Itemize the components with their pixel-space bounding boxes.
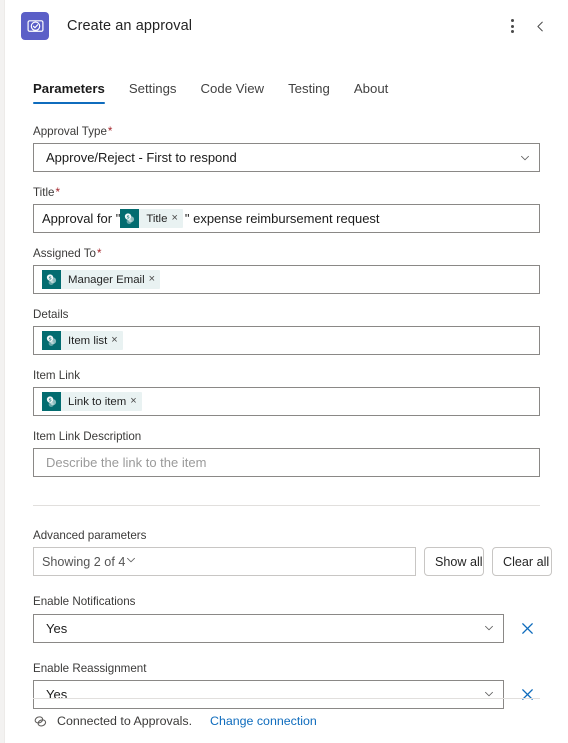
tab-code-view-label: Code View <box>200 80 265 96</box>
enable-notifications-field: Enable Notifications Yes <box>33 594 504 643</box>
title-label-text: Title <box>33 186 55 200</box>
assigned-to-label-text: Assigned To <box>33 247 96 261</box>
panel-content: Create an approval Parameters Settings C… <box>5 0 568 743</box>
tab-parameters[interactable]: Parameters <box>33 80 117 105</box>
item-link-input[interactable]: S Link to item × <box>33 387 540 417</box>
enable-notifications-label: Enable Notifications <box>33 595 136 609</box>
sharepoint-icon: S <box>42 331 61 351</box>
svg-text:S: S <box>49 337 52 342</box>
enable-reassignment-label: Enable Reassignment <box>33 661 147 675</box>
more-options-icon <box>510 19 514 33</box>
field-approval-type: Approval Type* Approve/Reject - First to… <box>33 124 540 173</box>
approval-type-value: Approve/Reject - First to respond <box>46 150 237 166</box>
token-label: Link to item <box>68 395 127 408</box>
item-link-description-input[interactable]: Describe the link to the item <box>33 448 540 478</box>
approval-action-panel: Create an approval Parameters Settings C… <box>0 0 568 743</box>
chevron-down-icon <box>125 554 137 569</box>
token-remove-icon[interactable]: × <box>111 335 122 346</box>
link-icon <box>33 714 48 729</box>
tab-testing-label: Testing <box>288 80 330 96</box>
remove-enable-notifications-button[interactable] <box>514 614 540 643</box>
dynamic-token-link-to-item[interactable]: S Link to item × <box>42 392 142 412</box>
param-row-enable-notifications: Enable Notifications Yes <box>33 594 540 643</box>
svg-text:S: S <box>127 214 130 219</box>
connection-status-row: Connected to Approvals. Change connectio… <box>33 699 540 743</box>
required-asterisk: * <box>107 125 113 138</box>
tab-testing[interactable]: Testing <box>276 82 342 104</box>
connection-status-text: Connected to Approvals. <box>57 714 193 728</box>
sharepoint-icon: S <box>42 392 61 412</box>
panel-header: Create an approval <box>5 0 568 52</box>
chevron-left-icon <box>536 21 543 31</box>
required-asterisk: * <box>55 186 60 200</box>
dynamic-token-item-list[interactable]: S Item list × <box>42 331 123 351</box>
tab-settings-label: Settings <box>128 80 177 96</box>
close-icon <box>521 622 533 634</box>
tab-parameters-label: Parameters <box>33 80 105 96</box>
approval-app-icon <box>21 12 49 40</box>
details-label: Details <box>33 308 69 322</box>
approval-type-dropdown[interactable]: Approve/Reject - First to respond <box>33 143 540 173</box>
tab-about-label: About <box>353 80 389 96</box>
sharepoint-icon: S <box>42 270 61 290</box>
field-details: Details S Item list × <box>33 307 540 356</box>
advanced-parameters-section: Advanced parameters Showing 2 of 4 Show … <box>33 528 552 577</box>
field-item-link-description: Item Link Description Describe the link … <box>33 429 540 478</box>
enable-notifications-value: Yes <box>46 620 68 636</box>
advanced-parameters-row: Showing 2 of 4 Show all Clear all <box>33 547 552 577</box>
enable-notifications-dropdown[interactable]: Yes <box>33 613 504 643</box>
assigned-to-label: Assigned To* <box>33 246 540 261</box>
section-divider-advanced <box>33 505 540 507</box>
dynamic-token-title[interactable]: S Title × <box>120 209 183 229</box>
clear-all-button[interactable]: Clear all <box>492 547 552 577</box>
approval-type-label-text: Approval Type <box>33 125 107 138</box>
token-label: Title <box>146 212 168 225</box>
title-suffix-text: " expense reimbursement request <box>184 211 380 227</box>
title-label: Title* <box>33 185 540 200</box>
chevron-down-icon <box>519 152 531 164</box>
advanced-parameters-value: Showing 2 of 4 <box>42 554 126 569</box>
token-remove-icon[interactable]: × <box>130 396 141 407</box>
token-remove-icon[interactable]: × <box>171 213 182 224</box>
token-remove-icon[interactable]: × <box>149 274 160 285</box>
details-input[interactable]: S Item list × <box>33 326 540 356</box>
item-link-description-placeholder: Describe the link to the item <box>46 455 207 471</box>
field-item-link: Item Link S Link to item × <box>33 368 540 417</box>
title-prefix-text: Approval for " <box>42 211 121 227</box>
parameters-form: Approval Type* Approve/Reject - First to… <box>5 124 568 709</box>
tab-about[interactable]: About <box>342 82 400 104</box>
field-assigned-to: Assigned To* S Manager Email × <box>33 246 540 295</box>
collapse-panel-button[interactable] <box>526 12 554 40</box>
page-title: Create an approval <box>67 18 193 34</box>
tab-settings[interactable]: Settings <box>117 82 189 104</box>
tab-code-view[interactable]: Code View <box>189 82 277 104</box>
chevron-down-icon <box>483 622 495 634</box>
token-label: Item list <box>68 334 108 347</box>
advanced-parameters-dropdown[interactable]: Showing 2 of 4 <box>33 547 416 577</box>
change-connection-link[interactable]: Change connection <box>210 714 317 728</box>
tab-bar: Parameters Settings Code View Testing Ab… <box>5 66 568 105</box>
dynamic-token-manager-email[interactable]: S Manager Email × <box>42 270 161 290</box>
item-link-label: Item Link <box>33 369 81 383</box>
item-link-description-label: Item Link Description <box>33 430 142 444</box>
required-asterisk: * <box>96 247 102 261</box>
advanced-parameters-label: Advanced parameters <box>33 529 147 543</box>
assigned-to-input[interactable]: S Manager Email × <box>33 265 540 295</box>
field-title: Title* Approval for " S Title × " expens… <box>33 185 540 234</box>
sharepoint-icon: S <box>120 209 140 229</box>
svg-text:S: S <box>49 276 52 281</box>
svg-text:S: S <box>49 398 52 403</box>
token-label: Manager Email <box>68 273 145 286</box>
more-options-button[interactable] <box>498 12 526 40</box>
title-input[interactable]: Approval for " S Title × " expense reimb… <box>33 204 540 234</box>
show-all-button[interactable]: Show all <box>424 547 484 577</box>
approval-type-label: Approval Type* <box>33 124 540 139</box>
panel-footer: Connected to Approvals. Change connectio… <box>33 698 540 743</box>
